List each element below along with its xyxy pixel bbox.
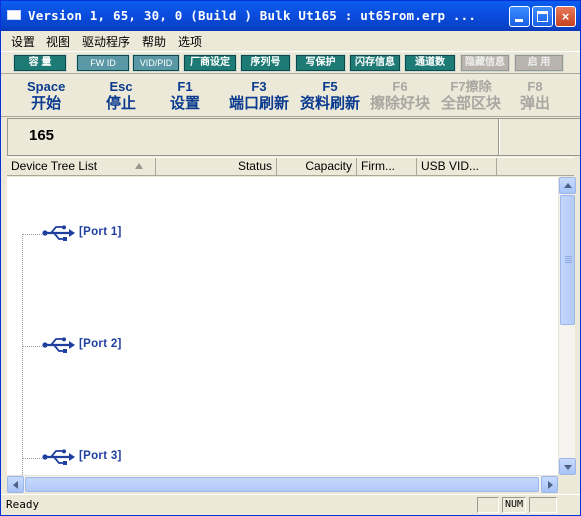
status-panel <box>529 497 557 513</box>
port-refresh-key: F3 <box>251 79 267 94</box>
column-capacity[interactable]: Capacity <box>277 158 357 176</box>
data-refresh-label: 资料刷新 <box>300 95 361 112</box>
sort-ascending-icon <box>135 163 143 169</box>
menu-settings[interactable]: 设置 <box>11 33 35 50</box>
serial-number-button[interactable]: 序列号 <box>240 54 291 72</box>
info-value: 165 <box>29 127 55 144</box>
usb-icon <box>42 225 75 241</box>
status-text: Ready <box>6 498 40 511</box>
menu-driver[interactable]: 驱动程序 <box>82 33 130 50</box>
start-key: Space <box>27 79 66 94</box>
settings-label: 设置 <box>170 95 201 112</box>
usb-icon <box>42 449 75 465</box>
app-window: Version 1, 65, 30, 0 (Build ) Bulk Ut165… <box>0 0 581 516</box>
capacity-button[interactable]: 容 量 <box>13 54 67 72</box>
tree-branch-line <box>22 458 42 459</box>
stop-label: 停止 <box>106 95 137 112</box>
vid-pid-button[interactable]: VID/PID <box>132 54 180 72</box>
window-title: Version 1, 65, 30, 0 (Build ) Bulk Ut165… <box>28 8 477 23</box>
scroll-left-button[interactable] <box>7 476 24 493</box>
grip-line <box>565 256 572 257</box>
scroll-up-button[interactable] <box>559 177 576 194</box>
info-bar: 165 <box>7 118 580 156</box>
status-panel <box>477 497 499 513</box>
settings-key: F1 <box>177 79 193 94</box>
arrow-up-icon <box>564 183 572 188</box>
eject-label: 弹出 <box>520 95 551 112</box>
stop-button[interactable]: Esc 停止 <box>106 79 136 113</box>
minimize-icon <box>515 19 523 22</box>
num-lock-indicator: NUM <box>502 497 526 513</box>
settings-toolbar: 容 量 FW ID VID/PID 厂商设定 序列号 写保护 闪存信息 通道数 … <box>1 51 580 74</box>
enable-button[interactable]: 启 用 <box>514 54 564 72</box>
start-button[interactable]: Space 开始 <box>27 79 65 113</box>
column-status[interactable]: Status <box>156 158 277 176</box>
menu-bar: 设置 视图 驱动程序 帮助 选项 <box>1 31 580 50</box>
vendor-settings-button[interactable]: 厂商设定 <box>183 54 237 72</box>
status-bar: Ready NUM <box>1 494 580 515</box>
menu-view[interactable]: 视图 <box>46 33 70 50</box>
grip-line <box>565 262 572 263</box>
erase-good-blocks-key: F6 <box>392 79 408 94</box>
function-key-toolbar: Space 开始 Esc 停止 F1 设置 F3 端口刷新 F5 资料刷新 F6… <box>1 75 580 117</box>
scroll-down-button[interactable] <box>559 458 576 475</box>
scrollbar-corner <box>558 475 575 492</box>
channel-count-button[interactable]: 通道数 <box>404 54 456 72</box>
tree-branch-line <box>22 234 42 235</box>
title-bar[interactable]: Version 1, 65, 30, 0 (Build ) Bulk Ut165… <box>1 1 580 31</box>
horizontal-scrollbar[interactable] <box>7 475 558 493</box>
vertical-scroll-thumb[interactable] <box>560 195 575 325</box>
port-label: [Port 3] <box>79 450 122 462</box>
flash-info-button[interactable]: 闪存信息 <box>349 54 401 72</box>
menu-options[interactable]: 选项 <box>178 33 202 50</box>
port-label: [Port 2] <box>79 338 122 350</box>
device-tree[interactable]: [Port 1] [Port 2] [Port 3] <box>7 177 558 475</box>
scroll-right-button[interactable] <box>541 476 558 493</box>
column-usb-vid[interactable]: USB VID... <box>417 158 497 176</box>
port-refresh-button[interactable]: F3 端口刷新 <box>229 79 289 113</box>
fw-id-button[interactable]: FW ID <box>76 54 130 72</box>
eject-key: F8 <box>527 79 543 94</box>
data-refresh-key: F5 <box>322 79 338 94</box>
tree-branch-line <box>22 346 42 347</box>
erase-all-blocks-button[interactable]: F7擦除 全部区块 <box>441 79 501 113</box>
erase-good-blocks-button[interactable]: F6 擦除好块 <box>370 79 430 113</box>
close-button[interactable]: × <box>555 6 576 27</box>
usb-icon <box>42 337 75 353</box>
minimize-button[interactable] <box>509 6 530 27</box>
arrow-down-icon <box>564 465 572 470</box>
eject-button[interactable]: F8 弹出 <box>520 79 550 113</box>
horizontal-scroll-thumb[interactable] <box>25 477 539 492</box>
start-label: 开始 <box>31 95 62 112</box>
arrow-right-icon <box>548 481 553 489</box>
arrow-left-icon <box>13 481 18 489</box>
column-device-tree-label: Device Tree List <box>11 159 98 173</box>
maximize-button[interactable] <box>532 6 553 27</box>
list-header: Device Tree List Status Capacity Firm...… <box>7 157 574 176</box>
erase-all-blocks-key: F7擦除 <box>450 79 492 94</box>
column-device-tree[interactable]: Device Tree List <box>7 158 156 176</box>
settings-button[interactable]: F1 设置 <box>170 79 200 113</box>
app-icon <box>7 10 21 20</box>
port-label: [Port 1] <box>79 226 122 238</box>
port-refresh-label: 端口刷新 <box>229 95 290 112</box>
column-firmware[interactable]: Firm... <box>357 158 417 176</box>
write-protect-button[interactable]: 写保护 <box>295 54 346 72</box>
erase-good-blocks-label: 擦除好块 <box>370 95 431 112</box>
info-divider-highlight <box>499 119 500 155</box>
stop-key: Esc <box>109 79 133 94</box>
tree-connector-line <box>22 234 23 475</box>
data-refresh-button[interactable]: F5 资料刷新 <box>300 79 360 113</box>
hidden-info-button[interactable]: 隐藏信息 <box>460 54 510 72</box>
grip-line <box>565 258 572 259</box>
grip-line <box>565 260 572 261</box>
erase-all-blocks-label: 全部区块 <box>441 95 502 112</box>
close-icon: × <box>561 9 570 24</box>
vertical-scrollbar[interactable] <box>558 177 576 475</box>
maximize-icon <box>537 11 548 22</box>
menu-help[interactable]: 帮助 <box>142 33 166 50</box>
